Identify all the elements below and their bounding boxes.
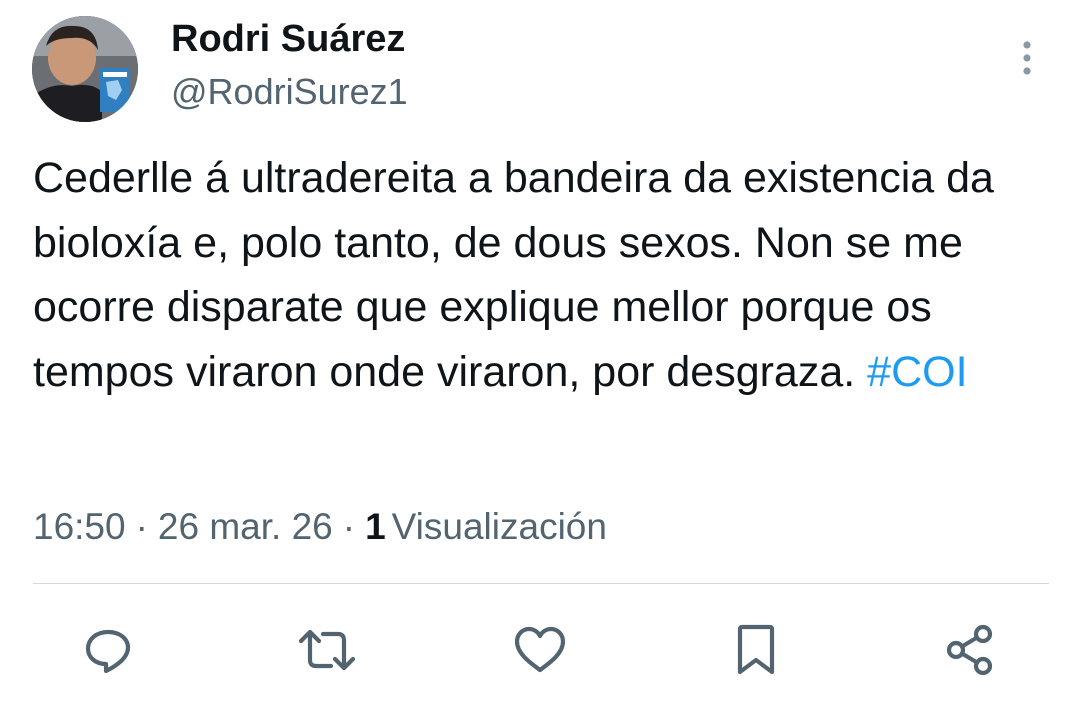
meta-separator: · bbox=[135, 506, 148, 547]
tweet-card: Rodri Suárez @RodriSurez1 Cederlle á ult… bbox=[0, 0, 1080, 715]
display-name[interactable]: Rodri Suárez bbox=[171, 16, 405, 62]
views-label: Visualización bbox=[391, 506, 607, 547]
hashtag-link[interactable]: #COI bbox=[867, 348, 967, 396]
meta-separator: · bbox=[342, 506, 356, 547]
tweet-text: Cederlle á ultradereita a bandeira da ex… bbox=[33, 146, 1043, 404]
like-icon bbox=[514, 626, 566, 673]
more-vertical-icon bbox=[1023, 41, 1031, 75]
user-handle[interactable]: @RodriSurez1 bbox=[171, 70, 408, 114]
divider bbox=[33, 583, 1049, 584]
like-button[interactable] bbox=[510, 620, 570, 680]
tweet-body: Cederlle á ultradereita a bandeira da ex… bbox=[33, 154, 994, 396]
tweet-date[interactable]: 26 mar. 26 bbox=[158, 506, 333, 547]
bookmark-button[interactable] bbox=[726, 620, 786, 680]
avatar-image bbox=[32, 16, 138, 122]
reply-icon bbox=[85, 629, 131, 674]
bookmark-icon bbox=[737, 624, 775, 675]
tweet-time[interactable]: 16:50 bbox=[33, 506, 126, 547]
reply-button[interactable] bbox=[78, 620, 138, 680]
share-button[interactable] bbox=[940, 620, 1000, 680]
avatar[interactable] bbox=[32, 16, 138, 122]
tweet-meta: 16:50 · 26 mar. 26 · 1 Visualización bbox=[33, 502, 607, 552]
retweet-icon bbox=[298, 629, 356, 671]
views-count: 1 bbox=[365, 506, 386, 547]
more-options-button[interactable] bbox=[1005, 36, 1049, 80]
share-icon bbox=[946, 624, 993, 676]
action-bar bbox=[0, 620, 1080, 680]
retweet-button[interactable] bbox=[297, 620, 357, 680]
